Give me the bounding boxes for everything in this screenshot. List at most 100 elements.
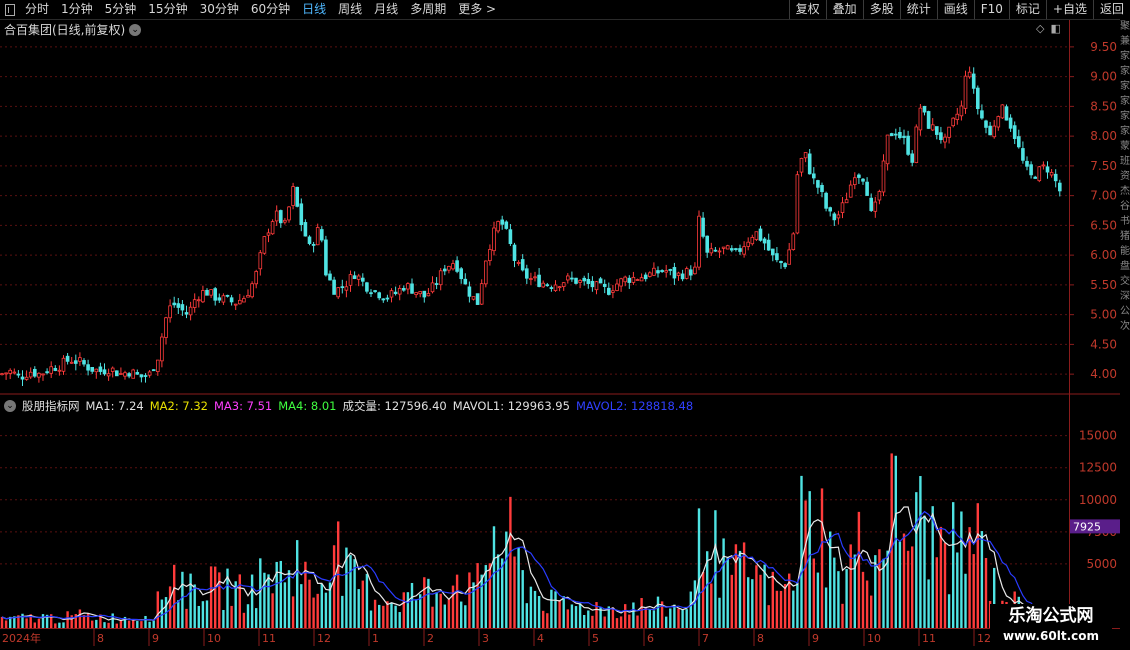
period-tab[interactable]: 1分钟 bbox=[55, 0, 99, 19]
volume-bar bbox=[644, 607, 647, 628]
volume-bar bbox=[54, 623, 57, 628]
function-button[interactable]: 叠加 bbox=[825, 0, 863, 19]
candle-body bbox=[836, 214, 841, 219]
candle-body bbox=[86, 364, 90, 371]
period-tab[interactable]: 30分钟 bbox=[194, 0, 245, 19]
strip-char: 书 bbox=[1120, 216, 1130, 227]
candle-body bbox=[8, 369, 13, 374]
candle-body bbox=[676, 272, 681, 276]
candle-body bbox=[500, 219, 504, 225]
function-button[interactable]: 统计 bbox=[899, 0, 937, 19]
volume-bar bbox=[402, 592, 405, 628]
volume-bar bbox=[726, 557, 729, 628]
candle-body bbox=[820, 184, 824, 193]
candle-body bbox=[74, 360, 78, 364]
function-button[interactable]: +自选 bbox=[1045, 0, 1093, 19]
candle-body bbox=[984, 120, 988, 128]
window-icon[interactable]: ◧ bbox=[1050, 22, 1060, 35]
volume-bar bbox=[632, 602, 635, 628]
candle-body bbox=[401, 288, 406, 291]
diamond-icon[interactable]: ◇ bbox=[1036, 22, 1044, 35]
candle-body bbox=[324, 239, 328, 276]
period-tab[interactable]: 周线 bbox=[332, 0, 368, 19]
period-tab[interactable]: 日线 bbox=[296, 0, 332, 19]
candle-body bbox=[955, 113, 960, 120]
candle-body bbox=[697, 215, 701, 268]
candle-body bbox=[545, 284, 550, 287]
period-tab[interactable]: 多周期 bbox=[404, 0, 452, 19]
indicator-value: MA3: 7.51 bbox=[214, 399, 273, 413]
candle-body bbox=[627, 277, 632, 283]
function-button[interactable]: 标记 bbox=[1008, 0, 1046, 19]
volume-bar bbox=[800, 475, 803, 628]
candle-body bbox=[807, 153, 812, 175]
period-tab[interactable]: 月线 bbox=[368, 0, 404, 19]
indicator-name[interactable]: 股朋指标网 bbox=[22, 398, 80, 414]
function-button[interactable]: 返回 bbox=[1092, 0, 1130, 19]
volume-bar bbox=[398, 612, 401, 628]
function-button[interactable]: F10 bbox=[973, 0, 1009, 19]
candle-body bbox=[615, 283, 619, 291]
volume-bar bbox=[132, 619, 135, 628]
candle-body bbox=[229, 297, 234, 303]
strip-char: 公 bbox=[1120, 306, 1130, 317]
chevron-down-icon[interactable]: ⌄ bbox=[129, 23, 142, 36]
volume-bar bbox=[665, 616, 668, 628]
function-button[interactable]: 画线 bbox=[936, 0, 974, 19]
volume-bar bbox=[308, 579, 311, 628]
x-tick-label: 3 bbox=[482, 632, 489, 645]
sidebar-toggle-icon[interactable] bbox=[5, 3, 15, 16]
candle-body bbox=[976, 87, 980, 110]
chevron-down-icon[interactable]: ⌄ bbox=[4, 400, 16, 412]
volume-tick-label: 5000 bbox=[1086, 557, 1117, 571]
volume-bar bbox=[33, 622, 36, 628]
candle-body bbox=[557, 286, 562, 289]
candle-body bbox=[578, 280, 582, 283]
candle-body bbox=[902, 135, 906, 138]
candle-body bbox=[205, 289, 209, 296]
candle-body bbox=[237, 299, 242, 305]
candle-body bbox=[16, 373, 21, 376]
strip-char: 盘 bbox=[1120, 261, 1130, 272]
volume-bar bbox=[775, 590, 779, 628]
volume-bar bbox=[472, 582, 475, 628]
candle-body bbox=[607, 287, 611, 295]
function-button[interactable]: 多股 bbox=[862, 0, 900, 19]
candle-body bbox=[656, 270, 660, 274]
candle-body bbox=[926, 111, 931, 129]
period-tab[interactable]: 更多 > bbox=[452, 0, 502, 19]
candle-body bbox=[680, 273, 685, 280]
volume-bar bbox=[935, 557, 938, 628]
period-tab[interactable]: 5分钟 bbox=[99, 0, 143, 19]
indicator-value: MAVOL2: 128818.48 bbox=[575, 399, 694, 413]
volume-bar bbox=[669, 608, 672, 628]
volume-bar bbox=[833, 557, 836, 628]
candle-body bbox=[377, 292, 381, 299]
volume-bar bbox=[369, 610, 373, 628]
volume-bar bbox=[673, 604, 676, 628]
period-tab[interactable]: 15分钟 bbox=[142, 0, 193, 19]
volume-bar bbox=[361, 580, 364, 628]
volume-bar bbox=[25, 618, 28, 628]
price-tick-label: 9.50 bbox=[1090, 40, 1117, 54]
candle-body bbox=[721, 246, 726, 249]
candle-body bbox=[1041, 164, 1046, 167]
function-button[interactable]: 复权 bbox=[788, 0, 826, 19]
period-tab[interactable]: 分时 bbox=[19, 0, 55, 19]
candle-body bbox=[233, 303, 238, 306]
candle-body bbox=[475, 293, 480, 305]
volume-bar bbox=[689, 591, 692, 628]
volume-bar bbox=[578, 603, 582, 628]
volume-bar bbox=[189, 573, 192, 628]
candle-body bbox=[360, 277, 365, 282]
candle-body bbox=[643, 274, 648, 280]
candle-body bbox=[45, 371, 49, 374]
candle-body bbox=[746, 241, 750, 247]
candle-body bbox=[188, 306, 193, 316]
volume-bar bbox=[783, 583, 787, 628]
strip-char: 能 bbox=[1120, 246, 1130, 257]
candle-body bbox=[992, 125, 996, 138]
period-tab[interactable]: 60分钟 bbox=[245, 0, 296, 19]
candle-body bbox=[553, 284, 558, 291]
volume-bar bbox=[841, 603, 844, 628]
